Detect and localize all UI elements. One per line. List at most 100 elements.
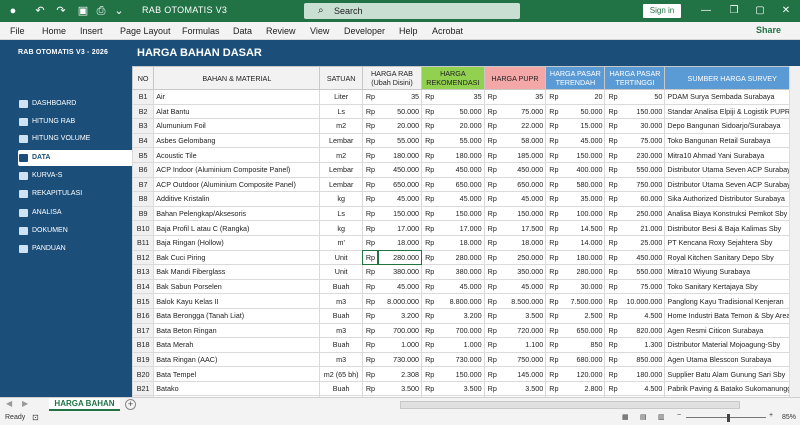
cell-harga-pasar-terendah-currency[interactable]: Rp — [545, 234, 562, 251]
cell-harga-rab[interactable]: 18.000 — [378, 234, 423, 251]
cell-harga-pasar-tertinggi-currency[interactable]: Rp — [604, 147, 621, 163]
cell-harga-pasar-terendah[interactable]: 50.000 — [561, 103, 606, 120]
cell-material[interactable]: ACP Indoor (Aluminium Composite Panel) — [153, 161, 321, 178]
tab-file[interactable]: File — [10, 26, 25, 36]
cell-harga-pasar-terendah[interactable]: 35.000 — [561, 191, 606, 207]
cell-harga-pasar-tertinggi[interactable]: 450.000 — [620, 249, 666, 266]
cell-harga-rab[interactable]: 45.000 — [378, 191, 423, 207]
cell-material[interactable]: Bak Mandi Fiberglass — [153, 264, 321, 280]
cell-harga-pasar-tertinggi[interactable]: 1.300 — [620, 337, 666, 353]
tab-acrobat[interactable]: Acrobat — [432, 26, 463, 36]
cell-harga-pasar-tertinggi[interactable]: 21.000 — [620, 220, 666, 236]
tab-home[interactable]: Home — [42, 26, 66, 36]
cell-harga-rekomendasi-currency[interactable]: Rp — [421, 191, 438, 207]
cell-harga-rekomendasi-currency[interactable]: Rp — [421, 322, 438, 339]
cell-harga-pasar-terendah[interactable]: 850 — [561, 337, 606, 353]
cell-harga-pasar-tertinggi-currency[interactable]: Rp — [604, 205, 621, 222]
cell-harga-pupr-currency[interactable]: Rp — [483, 337, 500, 353]
cell-harga-pasar-terendah-currency[interactable]: Rp — [545, 337, 562, 353]
cell-harga-rab[interactable]: 730.000 — [378, 351, 423, 368]
cell-harga-rekomendasi-currency[interactable]: Rp — [421, 307, 438, 324]
cell-harga-rab-currency[interactable]: Rp — [361, 322, 379, 339]
cell-unit[interactable]: m2 — [319, 147, 363, 163]
cell-harga-pupr[interactable]: 720.000 — [499, 322, 547, 339]
sidebar-item-kurva-s[interactable]: KURVA-S — [18, 168, 132, 184]
cell-material[interactable]: Baja Profil L atau C (Rangka) — [153, 220, 321, 236]
cell-harga-pasar-terendah-currency[interactable]: Rp — [545, 293, 562, 309]
cell-sumber[interactable]: Distributor Material Mojoagung-Sby — [664, 337, 800, 353]
cell-harga-rab[interactable]: 35 — [378, 89, 423, 105]
cell-harga-rekomendasi-currency[interactable]: Rp — [421, 293, 438, 309]
cell-harga-rab[interactable]: 3.500 — [378, 380, 423, 397]
cell-harga-rab-currency[interactable]: Rp — [361, 249, 379, 266]
cell-harga-rab[interactable]: 17.000 — [378, 220, 423, 236]
cell-harga-pupr[interactable]: 45.000 — [499, 278, 547, 295]
cell-harga-rekomendasi-currency[interactable]: Rp — [421, 205, 438, 222]
cell-harga-rekomendasi[interactable]: 55.000 — [437, 132, 485, 149]
cell-harga-rekomendasi-currency[interactable]: Rp — [421, 380, 438, 397]
column-header-satuan[interactable]: SATUAN — [319, 66, 363, 90]
cell-harga-pupr[interactable]: 22.000 — [499, 118, 547, 134]
cell-harga-rekomendasi-currency[interactable]: Rp — [421, 103, 438, 120]
cell-sumber[interactable]: Distributor Utama Seven ACP Surabaya — [664, 176, 800, 193]
cell-harga-pupr[interactable]: 45.000 — [499, 191, 547, 207]
cell-harga-pupr-currency[interactable]: Rp — [483, 234, 500, 251]
cell-harga-pasar-terendah[interactable]: 15.000 — [561, 118, 606, 134]
cell-unit[interactable]: Unit — [319, 264, 363, 280]
cell-no[interactable]: B4 — [132, 132, 155, 149]
cell-no[interactable]: B17 — [132, 322, 155, 339]
zoom-slider[interactable] — [686, 417, 766, 418]
cell-harga-pupr-currency[interactable]: Rp — [483, 293, 500, 309]
cell-no[interactable]: B10 — [132, 220, 155, 236]
cell-harga-pasar-terendah[interactable]: 100.000 — [561, 205, 606, 222]
cell-harga-rekomendasi[interactable]: 450.000 — [437, 161, 485, 178]
cell-harga-pasar-terendah-currency[interactable]: Rp — [545, 278, 562, 295]
cell-harga-pasar-tertinggi[interactable]: 550.000 — [620, 264, 666, 280]
sidebar-item-data[interactable]: DATA — [18, 150, 132, 166]
cell-material[interactable]: Baja Ringan (Hollow) — [153, 234, 321, 251]
cell-sumber[interactable]: Royal Kitchen Sanitary Depo Sby — [664, 249, 800, 266]
cell-harga-rekomendasi-currency[interactable]: Rp — [421, 132, 438, 149]
cell-harga-pasar-tertinggi-currency[interactable]: Rp — [604, 307, 621, 324]
cell-unit[interactable]: m3 — [319, 322, 363, 339]
cell-harga-pasar-tertinggi-currency[interactable]: Rp — [604, 89, 621, 105]
cell-sumber[interactable]: Pabrik Paving & Batako Sukomanunggal — [664, 380, 800, 397]
cell-unit[interactable]: Liter — [319, 89, 363, 105]
cell-material[interactable]: Asbes Gelombang — [153, 132, 321, 149]
cell-material[interactable]: Bata Merah — [153, 337, 321, 353]
page-break-view-icon[interactable]: ▥ — [658, 413, 665, 421]
cell-no[interactable]: B1 — [132, 89, 155, 105]
cell-unit[interactable]: Unit — [319, 249, 363, 266]
cell-harga-rab[interactable]: 2.308 — [378, 366, 423, 382]
cell-harga-rekomendasi[interactable]: 45.000 — [437, 278, 485, 295]
cell-harga-rekomendasi[interactable]: 700.000 — [437, 322, 485, 339]
cell-harga-rab[interactable]: 450.000 — [378, 161, 423, 178]
cell-harga-pupr[interactable]: 8.500.000 — [499, 293, 547, 309]
cell-harga-rekomendasi-currency[interactable]: Rp — [421, 161, 438, 178]
cell-sumber[interactable]: Mitra10 Wiyung Surabaya — [664, 264, 800, 280]
cell-unit[interactable]: Lembar — [319, 176, 363, 193]
cell-sumber[interactable]: Agen Resmi Citicon Surabaya — [664, 322, 800, 339]
cell-harga-pasar-terendah-currency[interactable]: Rp — [545, 161, 562, 178]
cell-unit[interactable]: m3 — [319, 351, 363, 368]
cell-material[interactable]: Bata Berongga (Tanah Liat) — [153, 307, 321, 324]
close-icon[interactable]: ✕ — [778, 3, 794, 19]
cell-harga-rekomendasi-currency[interactable]: Rp — [421, 264, 438, 280]
cell-material[interactable]: Bak Cuci Piring — [153, 249, 321, 266]
cell-harga-rekomendasi[interactable]: 150.000 — [437, 205, 485, 222]
cell-harga-pasar-tertinggi[interactable]: 250.000 — [620, 205, 666, 222]
cell-harga-pasar-tertinggi[interactable]: 180.000 — [620, 366, 666, 382]
cell-harga-pasar-terendah[interactable]: 180.000 — [561, 249, 606, 266]
cell-harga-pasar-terendah[interactable]: 400.000 — [561, 161, 606, 178]
autosave-icon[interactable]: ● — [6, 4, 20, 18]
cell-harga-pasar-terendah-currency[interactable]: Rp — [545, 351, 562, 368]
column-header-harga-pasar-terendah[interactable]: HARGA PASAR TERENDAH — [545, 66, 606, 90]
redo-icon[interactable]: ↷ — [54, 4, 68, 18]
camera-icon[interactable]: ▣ — [76, 4, 90, 18]
sheet-next-icon[interactable]: ▶ — [22, 399, 28, 408]
zoom-level[interactable]: 85% — [782, 414, 796, 421]
cell-harga-pasar-terendah-currency[interactable]: Rp — [545, 147, 562, 163]
cell-no[interactable]: B16 — [132, 307, 155, 324]
cell-harga-pupr-currency[interactable]: Rp — [483, 307, 500, 324]
cell-harga-pasar-tertinggi[interactable]: 75.000 — [620, 278, 666, 295]
